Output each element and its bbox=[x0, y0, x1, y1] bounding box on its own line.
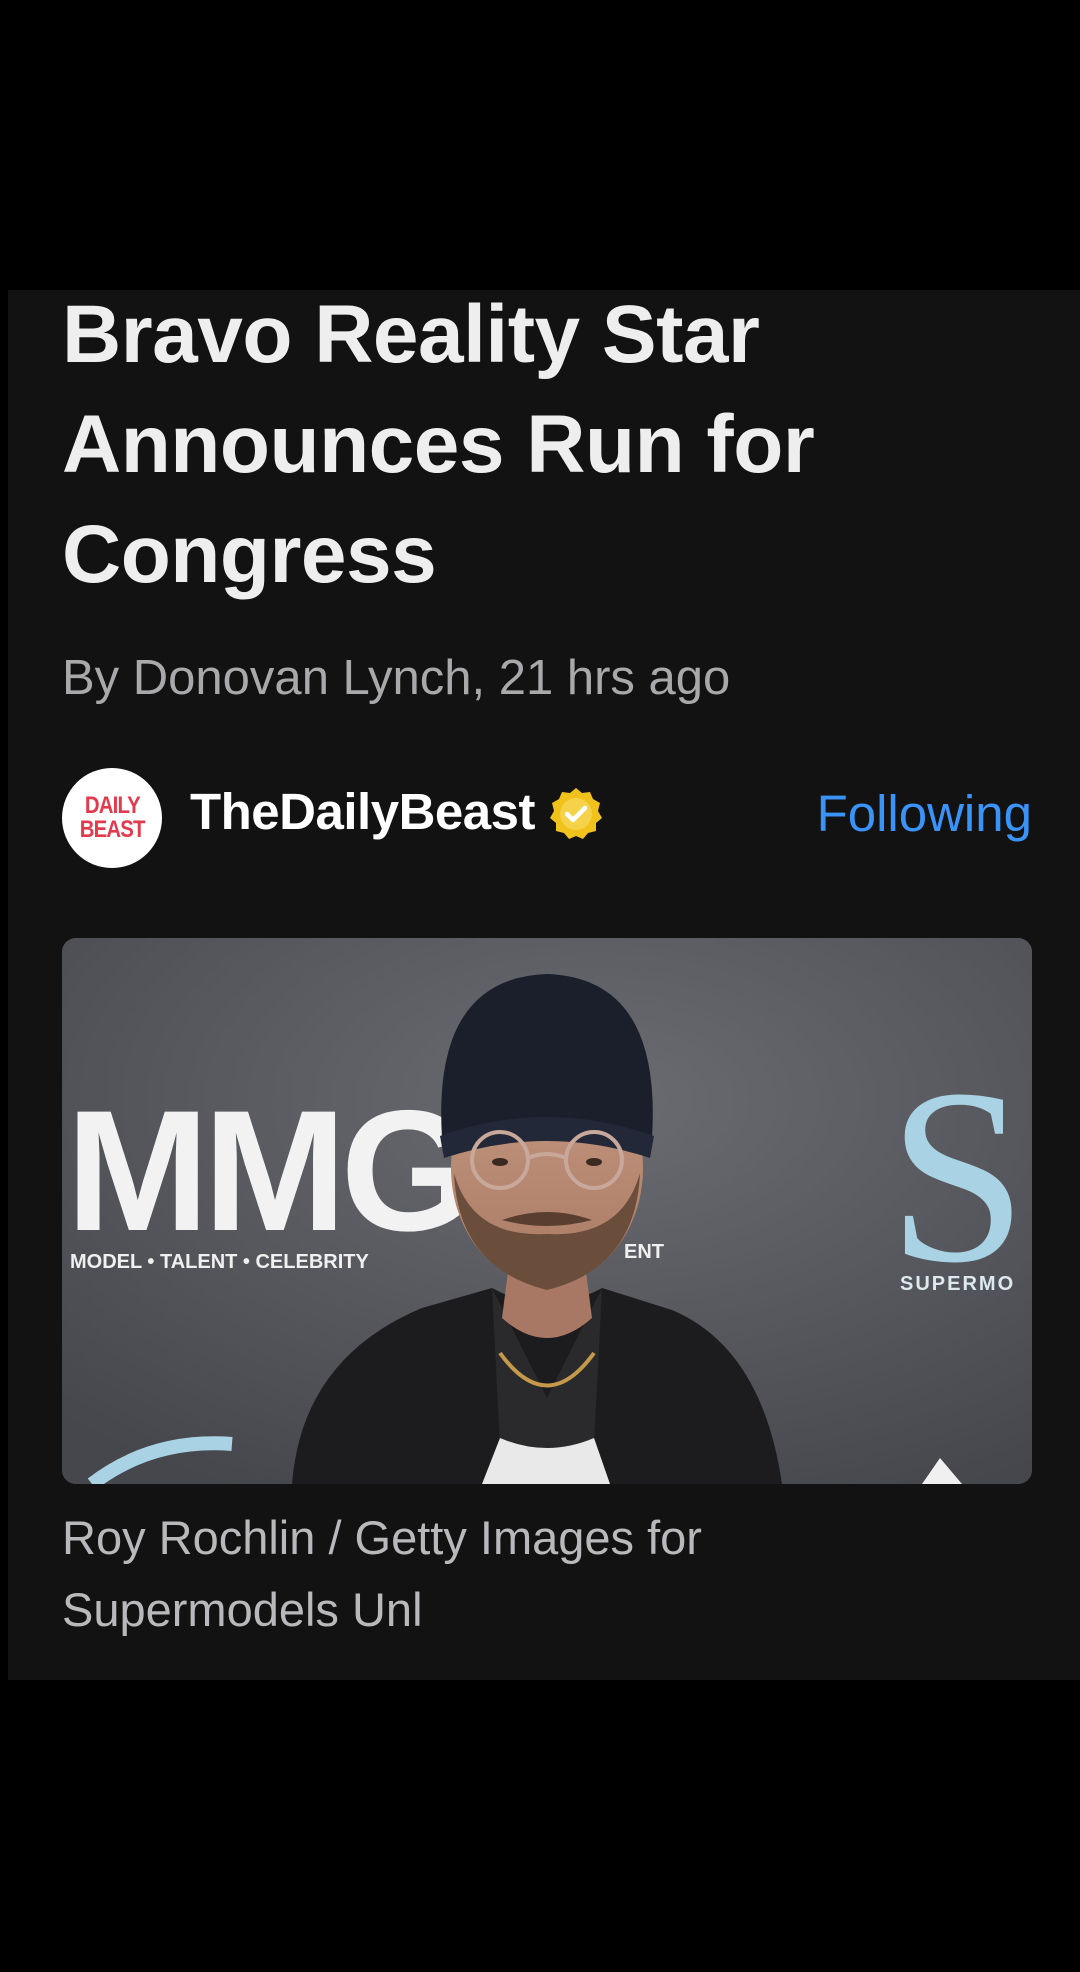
publisher-row: DAILY BEAST TheDailyBeast Following bbox=[62, 768, 1032, 868]
article-card: Bravo Reality Star Announces Run for Con… bbox=[8, 290, 1080, 1680]
article-hero-image[interactable]: MMG MODEL • TALENT • CELEBRITY ENT S SUP… bbox=[62, 938, 1032, 1484]
hero-photo: MMG MODEL • TALENT • CELEBRITY ENT S SUP… bbox=[62, 938, 1032, 1484]
following-button[interactable]: Following bbox=[817, 784, 1032, 844]
byline-time: 21 hrs ago bbox=[498, 651, 731, 705]
backdrop-tagline: MODEL • TALENT • CELEBRITY bbox=[70, 1251, 369, 1273]
backdrop-right-text: SUPERMO bbox=[900, 1273, 1015, 1295]
publisher-avatar[interactable]: DAILY BEAST bbox=[62, 768, 162, 868]
backdrop-tagline-suffix: ENT bbox=[624, 1241, 664, 1263]
publisher-name[interactable]: TheDailyBeast bbox=[190, 782, 535, 842]
logo-line-beast: BEAST bbox=[79, 816, 146, 843]
byline-author[interactable]: By Donovan Lynch, bbox=[62, 651, 485, 705]
article-headline: Bravo Reality Star Announces Run for Con… bbox=[62, 290, 815, 600]
backdrop-logo: MMG bbox=[66, 1075, 468, 1267]
logo-line-daily: DAILY bbox=[84, 792, 140, 819]
image-caption: Roy Rochlin / Getty Images for Supermode… bbox=[62, 1511, 702, 1636]
byline: By Donovan Lynch, 21 hrs ago bbox=[62, 648, 730, 708]
verified-badge-icon bbox=[550, 788, 602, 839]
